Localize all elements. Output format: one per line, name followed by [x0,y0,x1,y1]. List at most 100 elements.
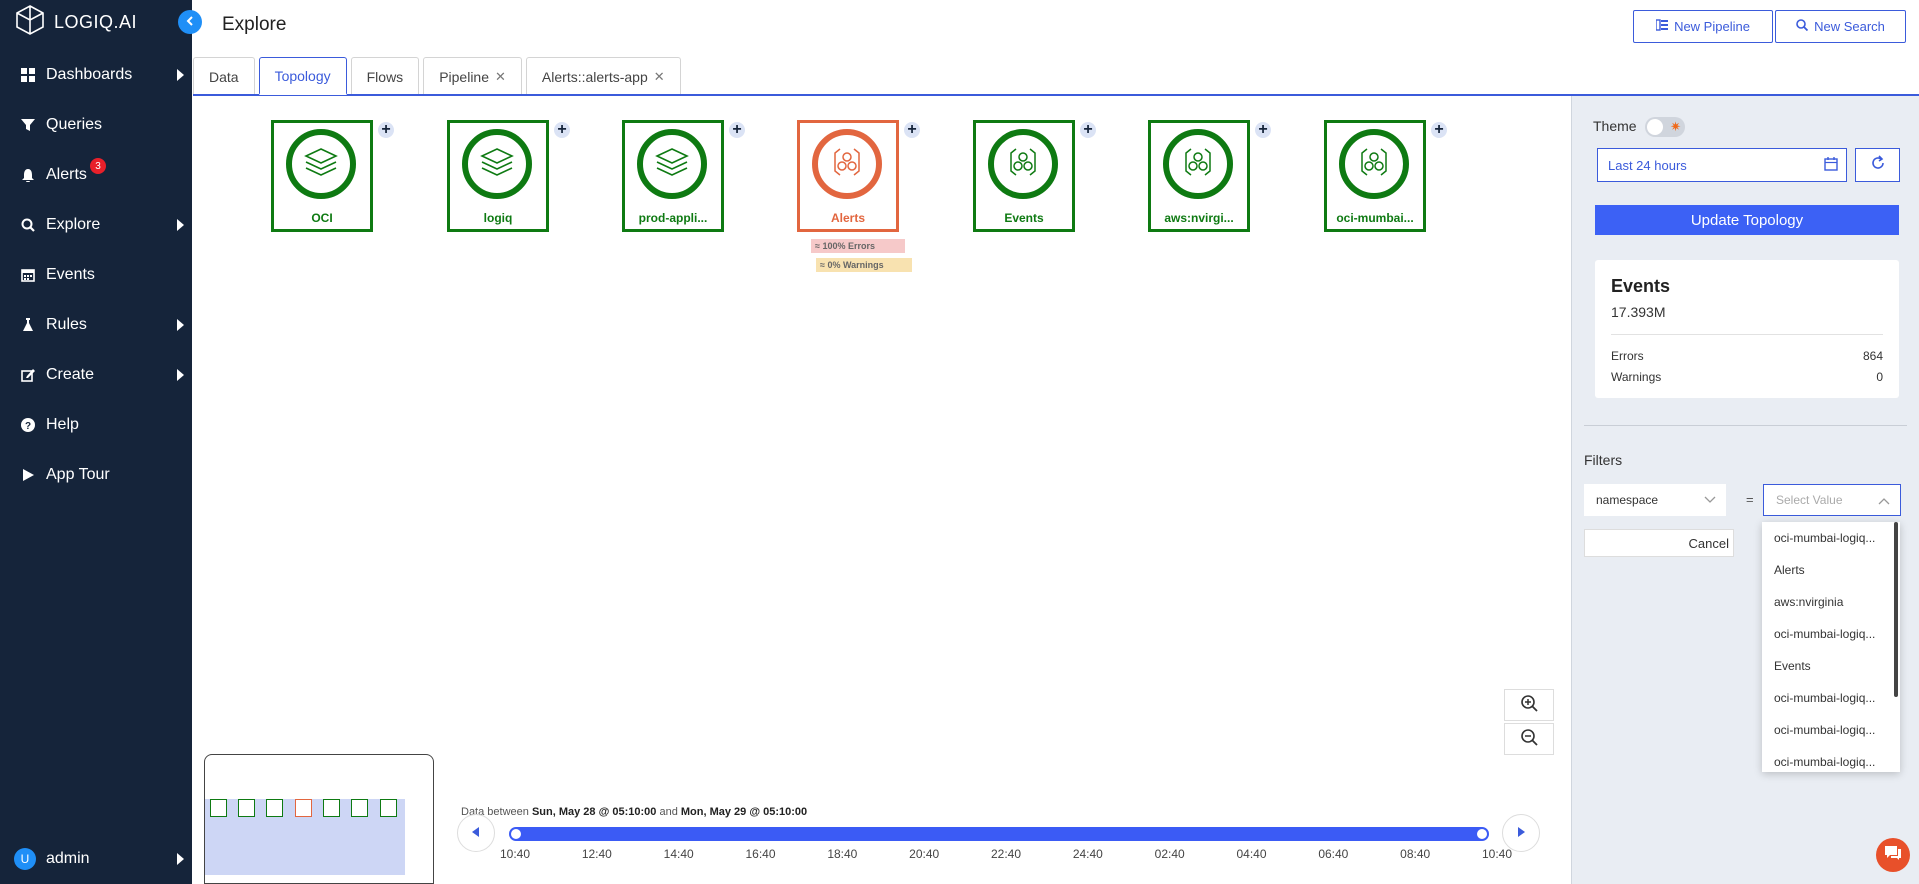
sidebar-item-rules[interactable]: Rules [0,300,192,350]
topology-node-oci-mumbai[interactable]: oci-mumbai... [1324,120,1426,232]
update-topology-button[interactable]: Update Topology [1595,205,1899,235]
sidebar-item-dashboards[interactable]: Dashboards [0,50,192,100]
tab-topology[interactable]: Topology [258,57,347,95]
dropdown-option[interactable]: oci-mumbai-logiq... [1762,618,1892,650]
timeline-start-handle[interactable] [509,827,523,841]
warnings-value: 0 [1876,370,1883,384]
user-menu[interactable]: U admin [14,844,184,874]
sidebar-item-create[interactable]: Create [0,350,192,400]
date-range-picker[interactable]: Last 24 hours [1597,148,1847,182]
sidebar-item-app-tour[interactable]: App Tour [0,450,192,500]
tab-flows[interactable]: Flows [350,57,420,95]
node-label: OCI [311,211,333,225]
timeline-tick: 08:40 [1400,847,1431,861]
sidebar-item-events[interactable]: Events [0,250,192,300]
cancel-button[interactable]: Cancel [1584,529,1734,557]
timeline-tick: 12:40 [581,847,612,861]
alerts-count-badge: 3 [90,158,106,174]
zoom-out-button[interactable] [1504,723,1554,755]
close-icon[interactable]: ✕ [495,69,506,85]
refresh-button[interactable] [1855,148,1900,182]
logo[interactable]: LOGIQ.AI [14,4,138,38]
dropdown-scrollbar[interactable] [1894,522,1898,697]
filter-key-select[interactable]: namespace [1584,484,1726,516]
flask-icon [20,317,36,333]
tab-pipeline[interactable]: Pipeline ✕ [423,57,522,95]
dropdown-option[interactable]: oci-mumbai-logiq... [1762,522,1892,554]
zoom-in-button[interactable] [1504,689,1554,721]
dropdown-option[interactable]: Events [1762,650,1892,682]
topology-node-logiq[interactable]: logiq [447,120,549,232]
sidebar-item-label: Rules [46,316,87,333]
timeline-tick: 16:40 [745,847,776,861]
timeline-start: Sun, May 28 @ 05:10:00 [531,806,657,818]
topology-node-prod-appli[interactable]: prod-appli... [622,120,724,232]
new-search-label: New Search [1814,19,1885,34]
app-name: LOGIQ.AI [54,11,138,32]
topology-node-aws-nvirginia[interactable]: aws:nvirgi... [1148,120,1250,232]
caret-right-icon [177,219,184,231]
close-icon[interactable]: ✕ [654,69,665,85]
filter-value-select[interactable]: Select Value [1763,484,1901,516]
timeline-tick: 02:40 [1154,847,1185,861]
topology-node-alerts[interactable]: Alerts [797,120,899,232]
add-node-button[interactable]: + [378,122,394,138]
pipeline-icon [1655,19,1669,34]
add-node-button[interactable]: + [554,122,570,138]
dropdown-option[interactable]: Alerts [1762,554,1892,586]
minimap[interactable] [204,754,434,884]
tab-alerts-app[interactable]: Alerts::alerts-app ✕ [525,57,681,95]
hexagon-cluster-icon [1005,144,1041,185]
hexagon-cluster-icon [1180,144,1216,185]
topology-canvas[interactable]: OCI + logiq + prod-appli... + Alerts + ≈… [193,96,1571,884]
sidebar-item-queries[interactable]: Queries [0,100,192,150]
sidebar-item-label: App Tour [46,466,110,483]
new-search-button[interactable]: New Search [1775,10,1906,43]
dropdown-option[interactable]: oci-mumbai-logiq... [1762,714,1892,746]
new-pipeline-label: New Pipeline [1674,19,1750,34]
add-node-button[interactable]: + [1255,122,1271,138]
minimap-node [323,799,340,817]
dropdown-option[interactable]: oci-mumbai-logiq... [1762,746,1892,772]
topology-node-oci[interactable]: OCI [271,120,373,232]
card-total: 17.393M [1611,304,1666,320]
search-icon [20,217,36,233]
timeline-range-bar[interactable] [515,827,1483,841]
sidebar-item-help[interactable]: ? Help [0,400,192,450]
timeline-end-handle[interactable] [1475,827,1489,841]
timeline-tick: 24:40 [1072,847,1103,861]
theme-toggle[interactable]: ✷ [1645,117,1685,137]
timeline-tick: 18:40 [827,847,858,861]
layers-icon [479,144,515,185]
chat-button[interactable] [1876,838,1910,872]
sidebar-item-label: Explore [46,216,101,233]
calendar-icon [1824,157,1838,174]
add-node-button[interactable]: + [904,122,920,138]
avatar: U [14,848,36,870]
toggle-knob [1647,119,1663,135]
timeline-prev-button[interactable] [457,814,495,852]
sidebar-item-alerts[interactable]: Alerts 3 [0,150,192,200]
explore-tabs: Data Topology Flows Pipeline ✕ Alerts::al… [193,57,685,95]
node-ring [812,129,882,199]
node-label: oci-mumbai... [1336,211,1414,225]
collapse-sidebar-button[interactable] [178,10,202,34]
sidebar-nav: Dashboards Queries Alerts 3 Explore Even… [0,50,192,500]
sidebar-item-explore[interactable]: Explore [0,200,192,250]
dropdown-option[interactable]: oci-mumbai-logiq... [1762,682,1892,714]
chat-icon [1884,845,1902,866]
timeline-tick: 10:40 [1481,847,1513,861]
add-node-button[interactable]: + [1080,122,1096,138]
edit-icon [20,367,36,383]
minimap-node [238,799,255,817]
new-pipeline-button[interactable]: New Pipeline [1633,10,1773,43]
add-node-button[interactable]: + [1431,122,1447,138]
topology-node-events[interactable]: Events [973,120,1075,232]
warnings-row: Warnings 0 [1611,370,1883,384]
add-node-button[interactable]: + [729,122,745,138]
filters-label: Filters [1584,452,1623,468]
node-ring [1163,129,1233,199]
dropdown-option[interactable]: aws:nvirginia [1762,586,1892,618]
tab-data[interactable]: Data [193,57,255,95]
timeline-tick: 10:40 [499,847,531,861]
